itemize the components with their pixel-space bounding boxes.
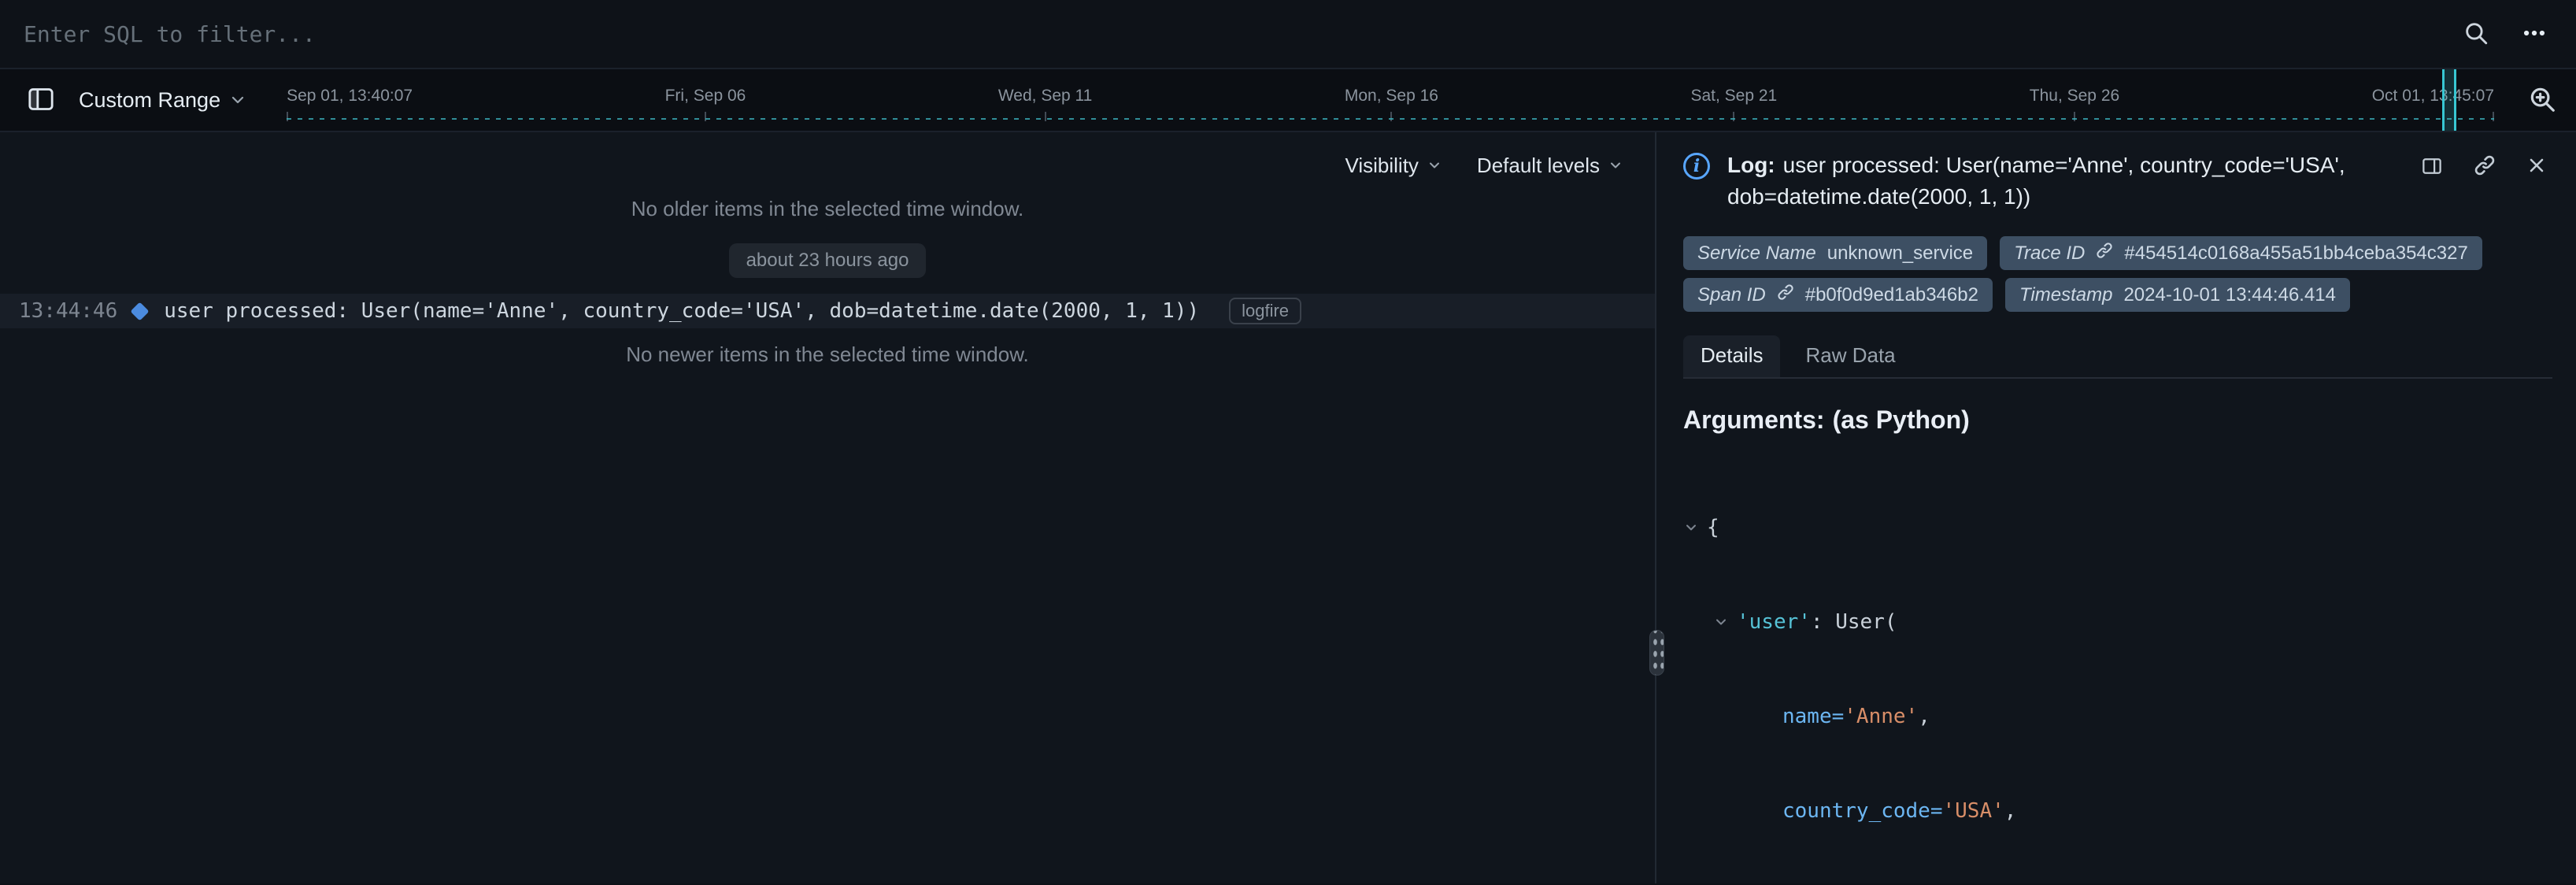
collapse-caret-icon[interactable] — [1683, 520, 1707, 535]
timeline-track[interactable]: Sep 01, 13:40:07 Fri, Sep 06 Wed, Sep 11… — [266, 69, 2510, 131]
arguments-heading: Arguments:(as Python) — [1683, 405, 2552, 435]
trace-id-badge[interactable]: Trace ID #454514c0168a455a51bb4ceba354c3… — [2000, 236, 2482, 270]
log-list-panel: Visibility Default levels No older items… — [0, 132, 1656, 883]
span-id-badge[interactable]: Span ID #b0f0d9ed1ab346b2 — [1683, 278, 1993, 312]
close-icon — [2526, 154, 2548, 179]
panel-resize-handle[interactable] — [1649, 630, 1664, 676]
sql-filter-input[interactable] — [24, 21, 2458, 47]
timeline-tick: Wed, Sep 11 — [998, 87, 1092, 106]
search-button[interactable] — [2458, 15, 2494, 54]
log-row[interactable]: 13:44:46 user processed: User(name='Anne… — [0, 294, 1655, 328]
sql-filter-bar — [0, 0, 2576, 69]
zoom-in-icon — [2527, 84, 2557, 117]
levels-label: Default levels — [1477, 154, 1600, 178]
tab-raw-data[interactable]: Raw Data — [1788, 335, 1912, 377]
timeline-tick: Thu, Sep 26 — [2030, 87, 2119, 106]
detail-tabs: Details Raw Data — [1683, 335, 2552, 379]
detail-title-text: user processed: User(name='Anne', countr… — [1727, 153, 2345, 209]
time-ago-badge: about 23 hours ago — [729, 243, 927, 278]
zoom-button[interactable] — [2522, 80, 2562, 121]
info-level-icon: i — [1683, 153, 1710, 180]
logfire-tag[interactable]: logfire — [1229, 298, 1301, 324]
time-range-label: Custom Range — [79, 88, 220, 113]
timestamp-badge: Timestamp 2024-10-01 13:44:46.414 — [2005, 278, 2350, 312]
timeline-selection-band[interactable] — [2442, 69, 2456, 131]
open-side-panel-button[interactable] — [2415, 150, 2448, 185]
levels-dropdown[interactable]: Default levels — [1477, 151, 1623, 180]
chevron-down-icon — [1608, 157, 1623, 173]
search-icon — [2463, 20, 2489, 49]
timeline-tick: Oct 01, 13:45:07 — [2372, 87, 2494, 106]
ellipsis-icon — [2521, 20, 2548, 49]
timeline-activity-line — [287, 118, 2494, 120]
side-panel-icon — [2420, 154, 2444, 180]
collapse-caret-icon[interactable] — [1713, 614, 1737, 630]
tab-details[interactable]: Details — [1683, 335, 1780, 377]
timeline-tick: Fri, Sep 06 — [665, 87, 746, 106]
visibility-dropdown[interactable]: Visibility — [1345, 151, 1442, 180]
detail-title: Log:user processed: User(name='Anne', co… — [1727, 150, 2398, 213]
no-older-items-text: No older items in the selected time wind… — [0, 197, 1655, 221]
log-timestamp: 13:44:46 — [19, 299, 117, 323]
visibility-label: Visibility — [1345, 154, 1418, 178]
detail-body: Arguments:(as Python) { 'user': User( na… — [1683, 379, 2552, 883]
log-level-diamond-icon — [131, 302, 150, 320]
chevron-down-icon — [1427, 157, 1442, 173]
more-options-button[interactable] — [2516, 15, 2552, 54]
link-icon — [2096, 242, 2113, 265]
close-detail-button[interactable] — [2521, 150, 2552, 183]
time-range-dropdown[interactable]: Custom Range — [79, 88, 247, 113]
timeline-tick: Mon, Sep 16 — [1345, 87, 1438, 106]
main-content: Visibility Default levels No older items… — [0, 132, 2576, 883]
chevron-down-icon — [228, 91, 247, 109]
timeline-bar: Custom Range Sep 01, 13:40:07 Fri, Sep 0… — [0, 69, 2576, 132]
log-detail-panel: i Log:user processed: User(name='Anne', … — [1656, 132, 2576, 883]
timeline-tick: Sep 01, 13:40:07 — [287, 87, 413, 106]
link-icon — [1777, 283, 1794, 306]
arguments-code: { 'user': User( name='Anne', country_cod… — [1683, 449, 2552, 883]
no-newer-items-text: No newer items in the selected time wind… — [0, 343, 1655, 367]
detail-title-prefix: Log: — [1727, 153, 1775, 177]
copy-link-button[interactable] — [2469, 150, 2500, 183]
service-name-badge: Service Name unknown_service — [1683, 236, 1987, 270]
sidebar-toggle-button[interactable] — [20, 79, 61, 122]
timeline-tick: Sat, Sep 21 — [1690, 87, 1777, 106]
sidebar-panel-icon — [25, 83, 57, 117]
log-message: user processed: User(name='Anne', countr… — [164, 299, 1199, 323]
link-icon — [2474, 154, 2496, 179]
